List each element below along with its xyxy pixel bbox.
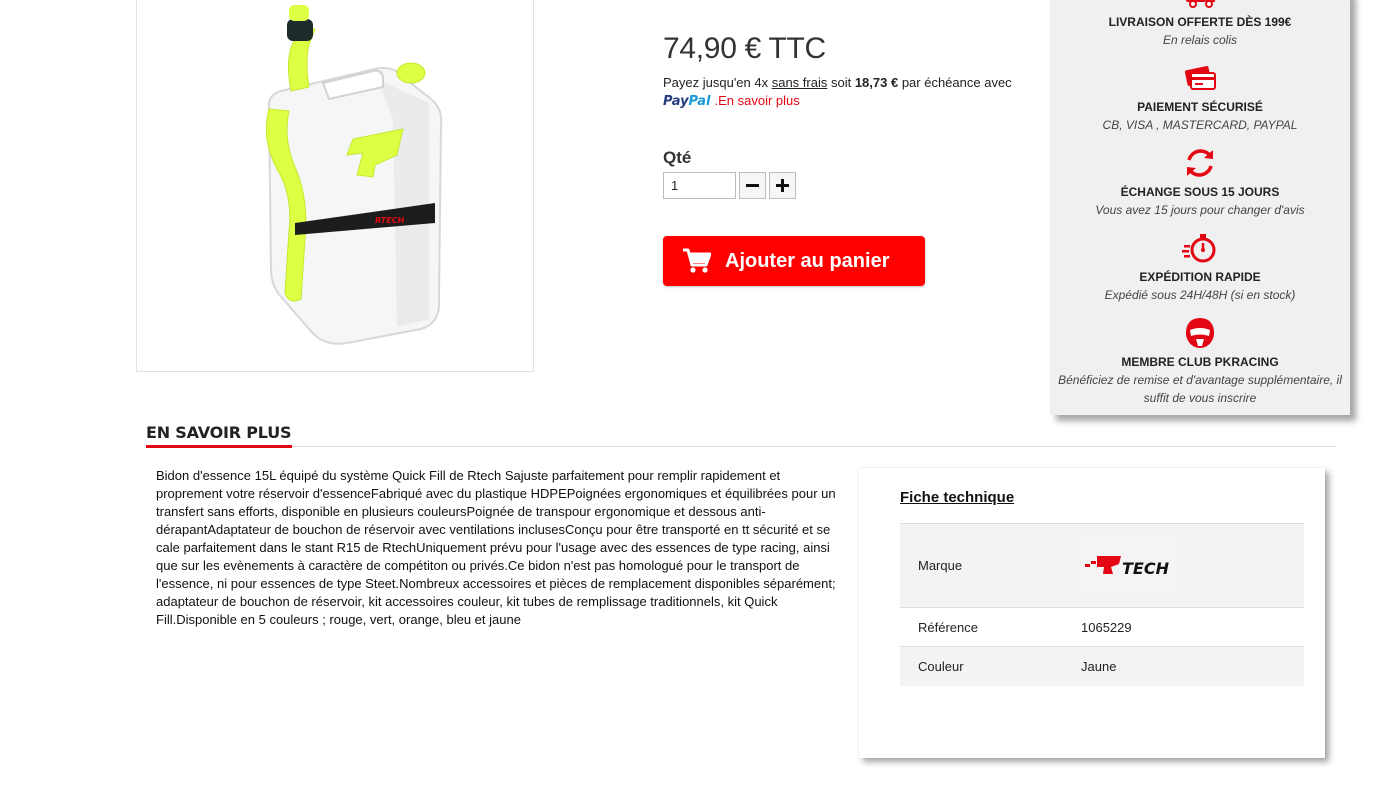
plus-icon [776,179,789,192]
minus-icon [746,184,759,187]
quantity-increase-button[interactable] [769,172,796,199]
add-to-cart-label: Ajouter au panier [725,249,890,272]
reassurance-subtitle-club: Bénéficiez de remise et d'avantage suppl… [1058,373,1342,405]
reassurance-subtitle-payment: CB, VISA , MASTERCARD, PAYPAL [1102,118,1298,132]
product-price: 74,90 € TTC [663,32,826,65]
paypal-installment-text: Payez jusqu'en 4x sans frais soit 18,73 … [663,75,1012,91]
add-to-cart-button[interactable]: Ajouter au panier [663,236,925,286]
rtech-logo-text: TECH [1122,559,1170,578]
paypal-logo-pay: Pay [663,94,689,109]
paypal-line: PayPal .En savoir plus [663,93,800,110]
tech-value-brand: TECH [1081,534,1304,597]
reassurance-panel: LIVRAISON OFFERTE DÈS 199€ En relais col… [1050,0,1350,415]
tech-row-color: Couleur Jaune [900,647,1304,686]
paypal-logo-icon: PayPal [663,94,710,109]
tech-key-reference: Référence [918,619,978,635]
active-tab-underline [146,445,292,448]
paypal-amount: 18,73 € [854,75,899,90]
tech-sheet-card: Fiche technique Marque TECH Référence 10… [859,468,1325,758]
paypal-text-after: par échéance avec [898,75,1012,90]
truck-icon [1186,0,1215,8]
svg-text:RTECH: RTECH [375,216,405,225]
product-image[interactable]: RTECH [136,0,534,372]
tech-value-color: Jaune [1081,659,1117,674]
tech-row-reference: Référence 1065229 [900,608,1304,647]
reassurance-title-payment: PAIEMENT SÉCURISÉ [1137,100,1263,114]
reassurance-subtitle-shipping: Expédié sous 24H/48H (si en stock) [1104,288,1296,302]
shopping-cart-icon [683,248,711,273]
quantity-decrease-button[interactable] [739,172,766,199]
helmet-icon [1186,318,1214,348]
paypal-learn-more-link[interactable]: .En savoir plus [714,93,799,108]
exchange-icon [1187,149,1213,177]
tech-row-brand: Marque TECH [900,524,1304,608]
product-description: Bidon d'essence 15L équipé du système Qu… [156,468,836,627]
reassurance-title-delivery: LIVRAISON OFFERTE DÈS 199€ [1108,15,1292,29]
quantity-label: Qté [663,148,692,167]
reassurance-subtitle-exchange: Vous avez 15 jours pour changer d'avis [1095,203,1305,217]
paypal-logo-pal: Pal [688,94,711,109]
tech-value-reference: 1065229 [1081,619,1132,635]
credit-card-icon [1184,66,1216,90]
section-divider [146,446,1336,447]
reassurance-title-club: MEMBRE CLUB PKRACING [1121,355,1279,369]
paypal-text-before: Payez jusqu'en 4x [663,75,772,90]
reassurance-title-shipping: EXPÉDITION RAPIDE [1139,270,1261,284]
rtech-logo[interactable]: TECH [1081,534,1181,597]
paypal-text-soit: soit [827,75,855,90]
tech-sheet-title: Fiche technique [900,489,1015,506]
quantity-input[interactable]: 1 [663,172,736,199]
tech-key-color: Couleur [918,659,964,674]
reassurance-subtitle-delivery: En relais colis [1162,33,1238,47]
rtech-brand-icon: TECH [1085,555,1170,578]
more-info-tab[interactable]: EN SAVOIR PLUS [146,423,292,442]
reassurance-title-exchange: ÉCHANGE SOUS 15 JOURS [1120,185,1280,199]
tech-key-brand: Marque [918,558,963,573]
jerrycan-image: RTECH [265,5,443,345]
paypal-sans-frais: sans frais [771,75,828,90]
tech-sheet-table: Marque TECH Référence 1065229 Couleur Ja… [900,523,1304,686]
stopwatch-icon [1182,234,1216,263]
